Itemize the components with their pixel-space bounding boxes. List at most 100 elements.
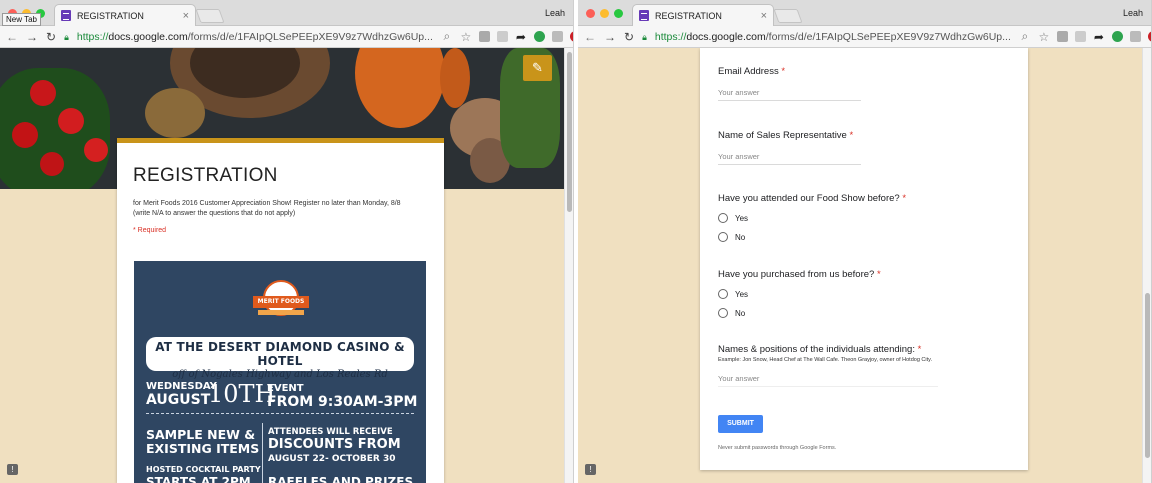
names-input[interactable]: Your answer (718, 374, 938, 387)
required-mark: * (849, 130, 854, 141)
address-toolbar: ← → ↻ 🔒︎ https://docs.google.com/forms/d… (578, 26, 1151, 48)
radio-option-yes[interactable]: Yes (718, 213, 906, 223)
radio-option-no[interactable]: No (718, 232, 906, 242)
url-scheme: https:// (654, 30, 687, 43)
question-label: Names & positions of the individuals att… (718, 344, 932, 355)
radio-button[interactable] (718, 289, 728, 299)
back-icon[interactable]: ← (584, 30, 596, 44)
question-text: Names & positions of the individuals att… (718, 344, 915, 355)
radio-label: Yes (735, 213, 749, 223)
question-attended: Have you attended our Food Show before? … (718, 193, 906, 242)
extension-icon[interactable] (551, 31, 563, 42)
question-text: Email Address (718, 66, 779, 77)
pinterest-icon[interactable] (1147, 31, 1151, 42)
poster-day: 10TH (208, 380, 276, 408)
tab-registration[interactable]: REGISTRATION × (632, 4, 774, 26)
browser-window-left: New Tab REGISTRATION × Leah ← → ↻ 🔒︎ htt… (0, 0, 574, 483)
bookmark-star-icon[interactable]: ☆ (1038, 30, 1050, 44)
maximize-window-button[interactable] (614, 9, 623, 18)
extension-icon[interactable] (496, 31, 508, 42)
question-text: Name of Sales Representative (718, 130, 847, 141)
profile-name[interactable]: Leah (545, 8, 565, 18)
form-description-line: for Merit Foods 2016 Customer Appreciati… (133, 200, 401, 207)
extension-icon[interactable] (1129, 31, 1141, 42)
profile-name[interactable]: Leah (1123, 8, 1143, 18)
poster-month: AUGUST (146, 392, 211, 408)
bookmark-star-icon[interactable]: ☆ (460, 30, 472, 44)
poster-text: DISCOUNTS FROM (268, 437, 401, 452)
feedback-icon[interactable]: ! (585, 464, 596, 475)
forward-icon[interactable]: → (604, 30, 616, 44)
new-tab-button[interactable] (773, 9, 803, 23)
question-email: Email Address * Your answer (718, 66, 861, 106)
edit-pencil-icon[interactable]: ✎ (523, 55, 552, 81)
extension-icon[interactable] (1056, 31, 1068, 42)
scroll-thumb[interactable] (1145, 293, 1150, 458)
minimize-window-button[interactable] (600, 9, 609, 18)
radio-button[interactable] (718, 213, 728, 223)
merit-foods-logo: MERIT FOODS (253, 280, 309, 324)
tab-title: REGISTRATION (77, 10, 144, 21)
poster-divider (146, 413, 414, 414)
zoom-icon[interactable]: ⌕ (1019, 29, 1031, 44)
window-controls (586, 9, 623, 18)
radio-option-yes[interactable]: Yes (718, 289, 881, 299)
question-names: Names & positions of the individuals att… (718, 344, 938, 388)
poster-text: AUGUST 22- OCTOBER 30 (268, 454, 396, 464)
form-description-line: (write N/A to answer the questions that … (133, 209, 296, 217)
extension-icon[interactable] (1111, 31, 1123, 42)
scroll-thumb[interactable] (567, 52, 572, 212)
poster-text: SAMPLE NEW & (146, 427, 256, 442)
url-host: docs.google.com (686, 30, 766, 43)
radio-button[interactable] (718, 308, 728, 318)
page-viewport: Email Address * Your answer Name of Sale… (578, 48, 1151, 483)
extension-icon[interactable] (533, 31, 545, 42)
poster-text: STARTS AT 2PM (146, 475, 251, 483)
extensions: ⌕ ☆ ➦ ⋮ (441, 29, 573, 44)
scrollbar[interactable] (1142, 48, 1151, 483)
page-viewport: ✎ REGISTRATION for Merit Foods 2016 Cust… (0, 48, 573, 483)
extension-icon[interactable] (478, 31, 490, 42)
form-description: for Merit Foods 2016 Customer Appreciati… (133, 199, 433, 218)
reload-icon[interactable]: ↻ (624, 30, 634, 44)
new-tab-tooltip: New Tab (2, 13, 41, 26)
poster-text: EXISTING ITEMS (146, 441, 260, 456)
forward-icon[interactable]: → (26, 30, 38, 44)
share-arrow-icon[interactable]: ➦ (515, 30, 527, 44)
close-window-button[interactable] (586, 9, 595, 18)
tab-close-icon[interactable]: × (183, 10, 189, 22)
email-input[interactable]: Your answer (718, 88, 861, 101)
form-header-card: REGISTRATION for Merit Foods 2016 Custom… (117, 138, 444, 483)
extension-icon[interactable] (1074, 31, 1086, 42)
tab-title: REGISTRATION (655, 10, 722, 21)
tab-bar: New Tab REGISTRATION × Leah (0, 0, 573, 26)
radio-button[interactable] (718, 232, 728, 242)
address-bar[interactable]: https://docs.google.com/forms/d/e/1FAIpQ… (77, 31, 433, 43)
poster-divider (262, 423, 263, 483)
share-arrow-icon[interactable]: ➦ (1093, 30, 1105, 44)
scrollbar[interactable] (564, 48, 573, 483)
extensions: ⌕ ☆ ➦ ⋮ (1019, 29, 1151, 44)
tab-close-icon[interactable]: × (761, 10, 767, 22)
submit-button[interactable]: SUBMIT (718, 415, 763, 433)
back-icon[interactable]: ← (6, 30, 18, 44)
required-mark: * (902, 193, 907, 204)
address-toolbar: ← → ↻ 🔒︎ https://docs.google.com/forms/d… (0, 26, 573, 48)
reload-icon[interactable]: ↻ (46, 30, 56, 44)
radio-label: Yes (735, 289, 749, 299)
address-bar[interactable]: https://docs.google.com/forms/d/e/1FAIpQ… (655, 31, 1011, 43)
lock-icon: 🔒︎ (64, 32, 69, 42)
feedback-icon[interactable]: ! (7, 464, 18, 475)
question-help-text: Example: Jon Snow, Head Chef at The Wall… (718, 357, 932, 363)
poster-text: RAFFLES AND PRIZES (268, 475, 414, 483)
radio-option-no[interactable]: No (718, 308, 881, 318)
new-tab-button[interactable] (195, 9, 225, 23)
question-label: Email Address * (718, 66, 785, 77)
sales-rep-input[interactable]: Your answer (718, 152, 861, 165)
zoom-icon[interactable]: ⌕ (441, 29, 453, 44)
url-path: /forms/d/e/1FAIpQLSePEEpXE9V9z7WdhzGw6Up… (187, 30, 433, 43)
question-label: Name of Sales Representative * (718, 130, 853, 141)
url-host: docs.google.com (108, 30, 188, 43)
tab-bar: REGISTRATION × Leah (578, 0, 1151, 26)
tab-registration[interactable]: REGISTRATION × (54, 4, 196, 26)
